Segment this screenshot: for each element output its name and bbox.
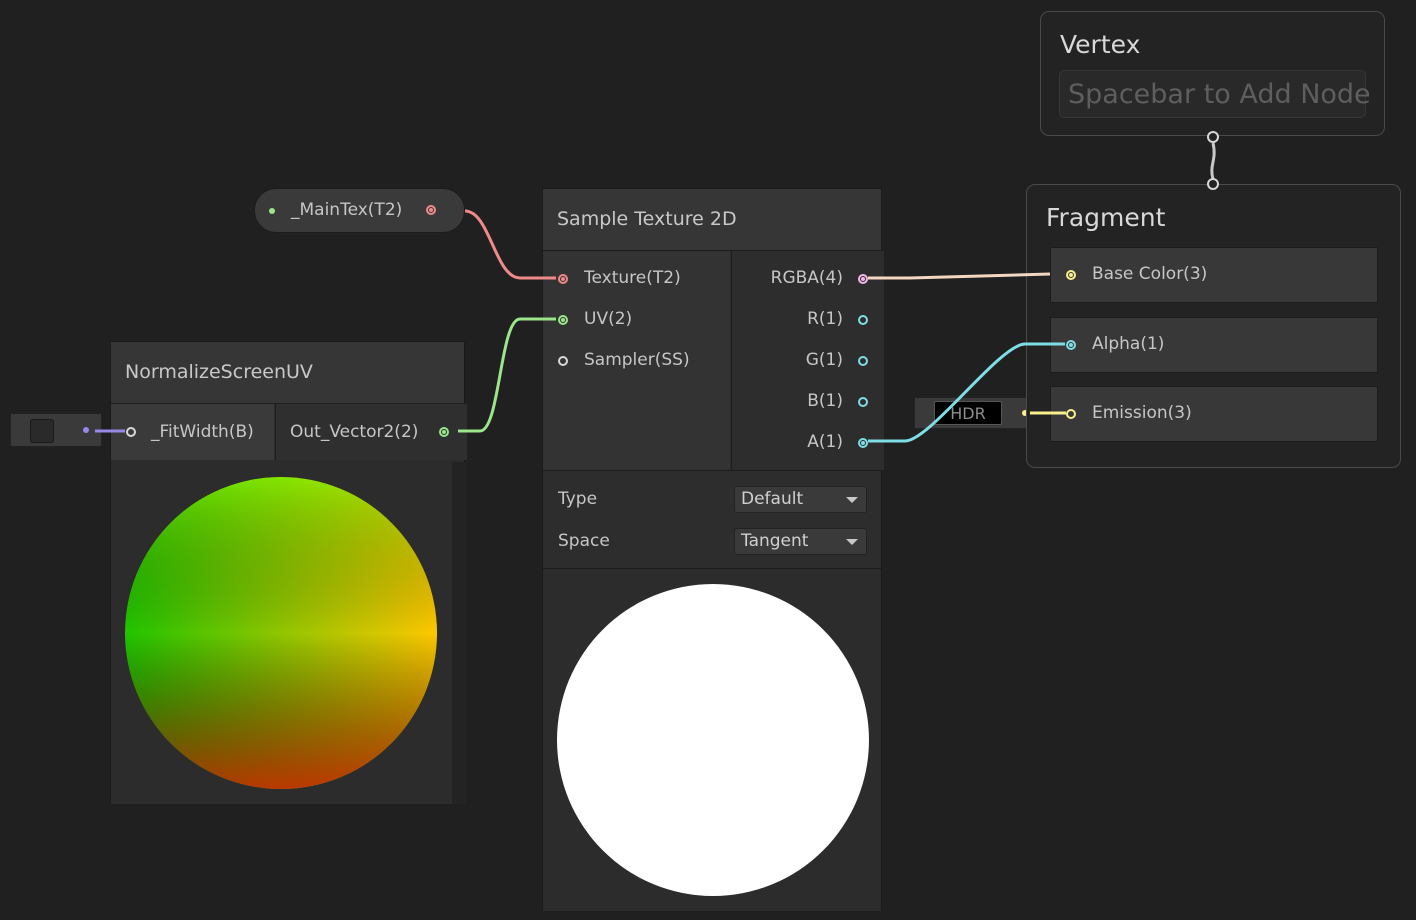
rgba-output-port[interactable] [858, 274, 868, 284]
base-color-block[interactable]: Base Color(3) [1050, 247, 1378, 303]
node-settings: Type Default Space Tangent [543, 470, 881, 569]
node-output-area: Out_Vector2(2) [275, 404, 467, 460]
node-header[interactable]: Sample Texture 2D [543, 189, 881, 251]
node-outputs: RGBA(4) R(1) G(1) B(1) A(1) [731, 251, 884, 470]
sampler-input-label: Sampler(SS) [584, 350, 690, 370]
preview-scrollbar[interactable] [452, 462, 466, 804]
node-title: Sample Texture 2D [557, 208, 737, 230]
b-output-label: B(1) [807, 391, 843, 411]
maintex-property-node[interactable]: _MainTex(T2) [254, 188, 465, 233]
vertex-title: Vertex [1060, 30, 1141, 59]
space-dropdown[interactable]: Tangent [734, 528, 867, 555]
boolean-dot-icon [83, 427, 89, 433]
b-output-port[interactable] [858, 397, 868, 407]
fitwidth-input-port[interactable] [126, 427, 136, 437]
out-vector2-label: Out_Vector2(2) [290, 422, 419, 442]
emission-label: Emission(3) [1092, 403, 1192, 423]
node-title: NormalizeScreenUV [125, 361, 313, 383]
texture-output-port[interactable] [426, 205, 436, 215]
alpha-label: Alpha(1) [1092, 334, 1165, 354]
emission-block[interactable]: Emission(3) [1050, 386, 1378, 442]
node-input-area: _FitWidth(B) [111, 404, 274, 460]
node-preview [111, 462, 452, 804]
node-inputs: Texture(T2) UV(2) Sampler(SS) [543, 251, 730, 470]
add-node-placeholder: Spacebar to Add Node [1068, 79, 1371, 110]
normalize-screen-uv-node[interactable]: NormalizeScreenUV _FitWidth(B) Out_Vecto… [110, 341, 467, 804]
emission-port[interactable] [1066, 409, 1076, 419]
alpha-port[interactable] [1066, 340, 1076, 350]
chevron-down-icon [846, 497, 858, 503]
texture-input-label: Texture(T2) [584, 268, 681, 288]
g-output-port[interactable] [858, 356, 868, 366]
vertex-context[interactable]: Vertex Spacebar to Add Node [1040, 11, 1385, 143]
a-output-port[interactable] [858, 438, 868, 448]
fragment-title: Fragment [1046, 203, 1166, 232]
base-color-port[interactable] [1066, 270, 1076, 280]
node-preview [543, 569, 881, 911]
space-dropdown-value: Tangent [741, 531, 809, 551]
white-sphere-preview [557, 584, 869, 896]
hdr-color-swatch[interactable]: HDR [934, 401, 1002, 425]
uv-gradient-sphere [125, 477, 437, 789]
alpha-block[interactable]: Alpha(1) [1050, 317, 1378, 373]
texture-input-port[interactable] [558, 274, 568, 284]
wire-vertex-to-fragment [1210, 142, 1216, 180]
a-output-label: A(1) [807, 432, 843, 452]
property-label: _MainTex(T2) [291, 200, 403, 220]
fragment-flow-port[interactable] [1207, 178, 1219, 190]
fragment-context[interactable]: Fragment Base Color(3) Alpha(1) Emission… [1026, 178, 1401, 468]
rgba-output-label: RGBA(4) [770, 268, 843, 288]
vertex-flow-port[interactable] [1207, 131, 1219, 143]
add-node-field[interactable]: Spacebar to Add Node [1059, 70, 1371, 118]
fitwidth-label: _FitWidth(B) [151, 422, 254, 442]
type-dropdown-value: Default [741, 489, 804, 509]
sampler-input-port[interactable] [558, 356, 568, 366]
hdr-label: HDR [950, 404, 986, 423]
g-output-label: G(1) [805, 350, 843, 370]
property-dot-icon [269, 208, 275, 214]
fitwidth-checkbox[interactable] [30, 419, 54, 443]
fitwidth-boolean-field [10, 413, 102, 447]
chevron-down-icon [846, 539, 858, 545]
out-vector2-port[interactable] [439, 427, 449, 437]
type-label: Type [558, 489, 598, 509]
uv-input-port[interactable] [558, 315, 568, 325]
sample-texture-2d-node[interactable]: Sample Texture 2D Texture(T2) UV(2) Samp… [542, 188, 884, 911]
uv-input-label: UV(2) [584, 309, 633, 329]
r-output-label: R(1) [807, 309, 843, 329]
space-label: Space [558, 531, 610, 551]
wire-rgba-to-basecolor [868, 272, 1051, 280]
base-color-label: Base Color(3) [1092, 264, 1208, 284]
r-output-port[interactable] [858, 315, 868, 325]
node-header[interactable]: NormalizeScreenUV [111, 342, 464, 404]
emission-hdr-field: HDR [914, 397, 1042, 429]
type-dropdown[interactable]: Default [734, 486, 867, 513]
